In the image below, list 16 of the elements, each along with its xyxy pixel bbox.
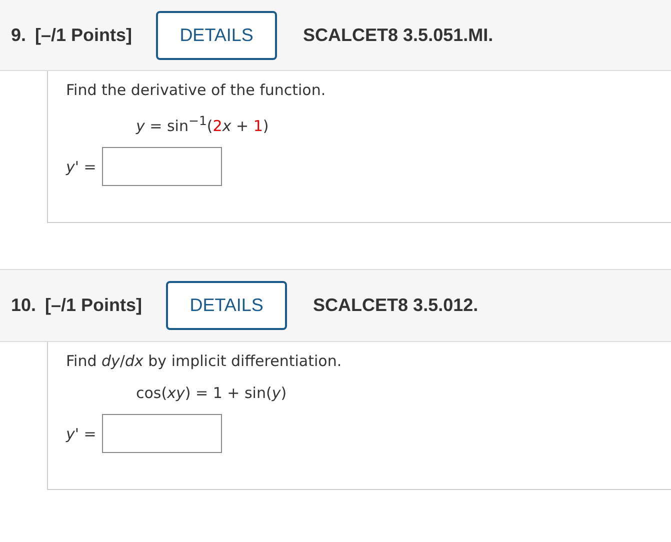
question-number: 9. [11,24,26,46]
points-label: [–/1 Points] [35,24,132,46]
answer-label: y' = [66,424,96,442]
equation: cos(xy) = 1 + sin(y) [136,384,288,402]
answer-field[interactable] [102,414,222,453]
details-button[interactable]: DETAILS [166,281,288,330]
equation: y = sin$^{−1}$(2x + 1) [136,113,270,135]
details-button[interactable]: DETAILS [156,10,278,60]
points-label: [–/1 Points] [45,295,142,316]
question-number: 10. [11,295,36,316]
problem-code: SCALCET8 3.5.012. [313,295,478,316]
answer-field[interactable] [102,147,222,186]
question-prompt: Find the derivative of the function. [66,81,327,99]
problem-code: SCALCET8 3.5.051.MI. [303,24,494,46]
answer-label: y' = [66,158,96,176]
question-prompt: Find dy/dx by implicit differentiation. [66,352,343,370]
